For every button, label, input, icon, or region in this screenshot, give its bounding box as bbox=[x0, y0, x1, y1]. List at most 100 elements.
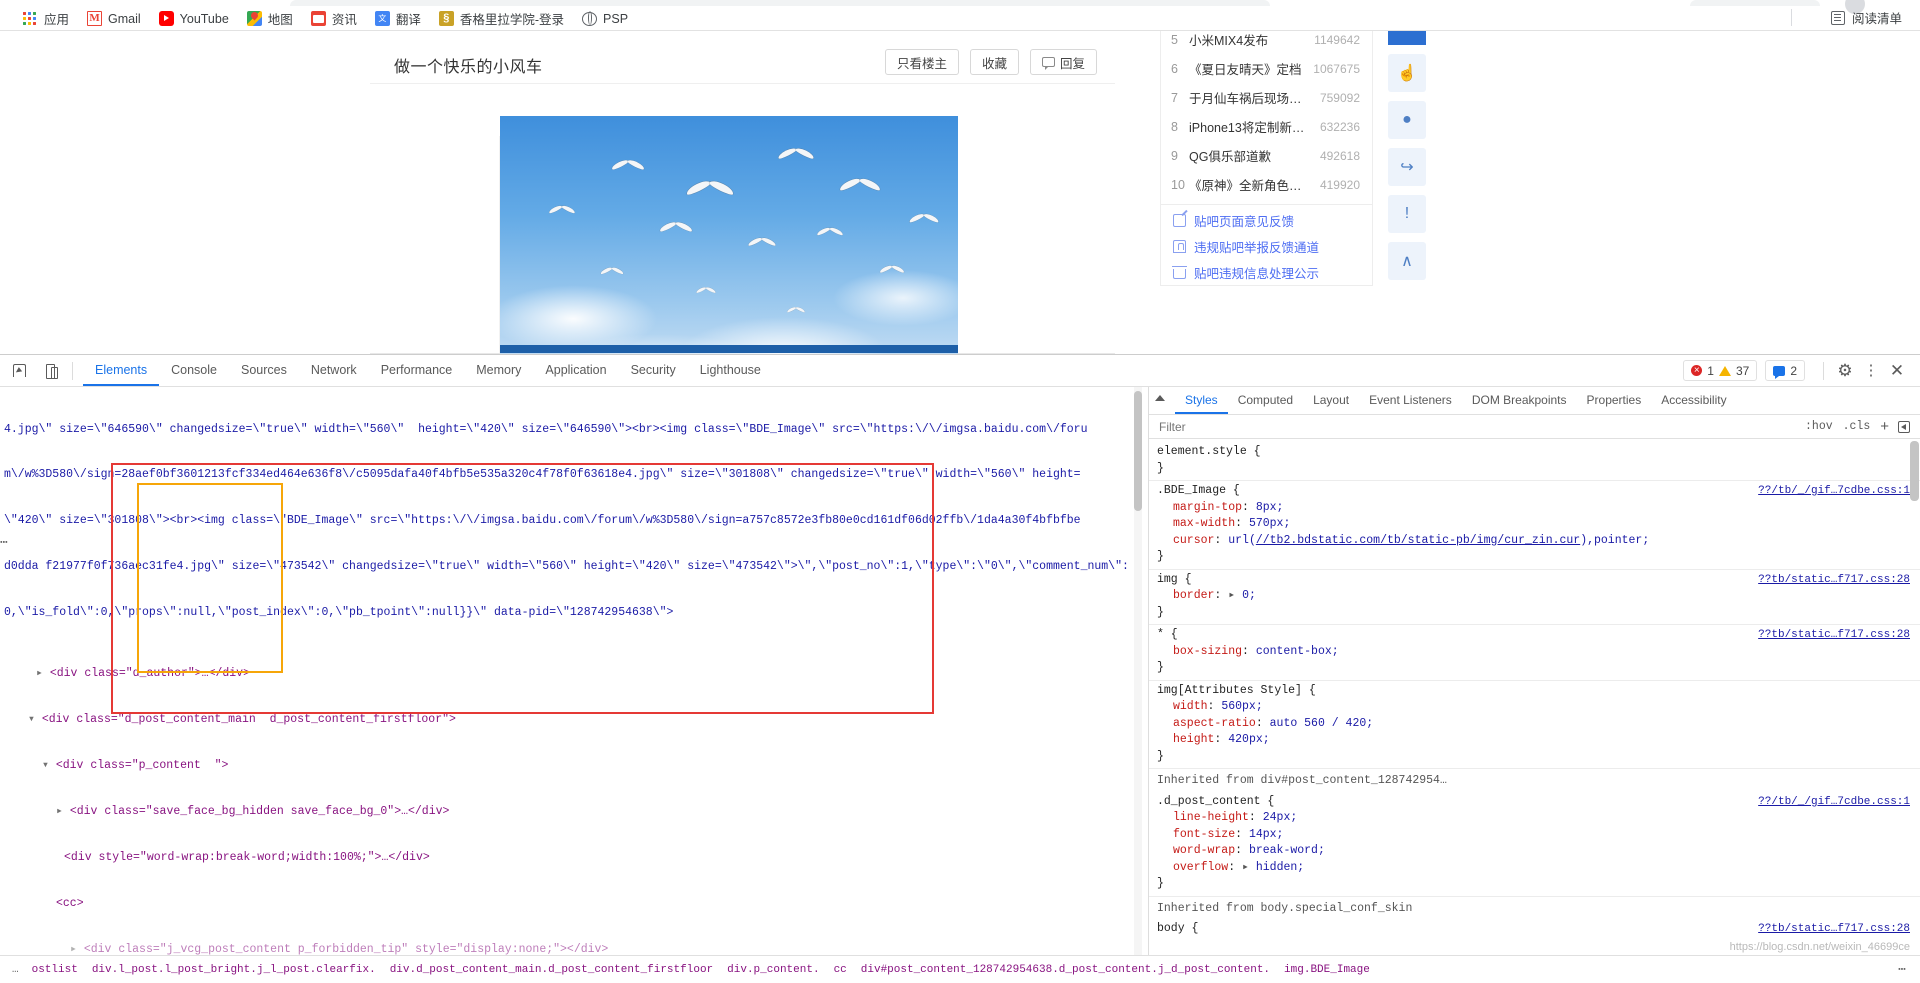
only-op-button[interactable]: 只看楼主 bbox=[884, 49, 959, 75]
expand-arrow-icon[interactable]: ▸ bbox=[1242, 861, 1249, 874]
reading-list-button[interactable]: 阅读清单 bbox=[1823, 6, 1910, 29]
expand-arrow-icon[interactable]: ▸ bbox=[1228, 589, 1235, 602]
css-prop-value[interactable]: hidden; bbox=[1256, 861, 1304, 874]
css-source-link[interactable]: ??/tb/_/gif…7cdbe.css:1 bbox=[1758, 794, 1910, 811]
breadcrumb-item[interactable]: cc bbox=[827, 964, 854, 976]
css-rule-element-style[interactable]: element.style { } bbox=[1149, 442, 1920, 481]
css-prop-name[interactable]: line-height bbox=[1157, 810, 1249, 827]
new-style-rule-button[interactable]: + bbox=[1880, 418, 1889, 435]
css-prop-name[interactable]: aspect-ratio bbox=[1157, 716, 1256, 733]
computed-sidebar-toggle-icon[interactable] bbox=[1898, 420, 1910, 433]
breadcrumb-item[interactable]: div.d_post_content_main.d_post_content_f… bbox=[383, 964, 720, 976]
tab-console[interactable]: Console bbox=[159, 355, 229, 386]
device-toolbar-icon[interactable] bbox=[38, 358, 64, 384]
issues-badge[interactable]: 1 37 bbox=[1683, 360, 1758, 381]
hot-row[interactable]: 8 iPhone13将定制新相… 632236 bbox=[1161, 112, 1372, 141]
css-source-link[interactable]: ??/tb/_/gif…7cdbe.css:1 bbox=[1758, 483, 1910, 500]
tab-application[interactable]: Application bbox=[533, 355, 618, 386]
share-button[interactable]: ↪ bbox=[1388, 148, 1426, 186]
hov-toggle[interactable]: :hov bbox=[1805, 420, 1833, 433]
collapse-sidebar-icon[interactable] bbox=[1155, 395, 1165, 401]
favorite-button[interactable]: 收藏 bbox=[969, 49, 1019, 75]
css-prop-value[interactable]: content-box; bbox=[1256, 645, 1339, 658]
styles-tab-properties[interactable]: Properties bbox=[1577, 387, 1652, 414]
bookmark-apps[interactable]: 应用 bbox=[14, 8, 78, 30]
hot-row[interactable]: 9 QG俱乐部道歉 492618 bbox=[1161, 141, 1372, 170]
bookmark-shangrila[interactable]: 香格里拉学院-登录 bbox=[430, 8, 573, 30]
cls-toggle[interactable]: .cls bbox=[1843, 420, 1871, 433]
tree-node[interactable]: <div class="d_author">…</div> bbox=[50, 667, 250, 680]
messages-badge[interactable]: 2 bbox=[1765, 360, 1805, 381]
css-rule-bde-image[interactable]: ??/tb/_/gif…7cdbe.css:1 .BDE_Image { mar… bbox=[1149, 481, 1920, 570]
css-url-link[interactable]: //tb2.bdstatic.com/tb/static-pb/img/cur_… bbox=[1256, 534, 1580, 547]
styles-tab-accessibility[interactable]: Accessibility bbox=[1651, 387, 1736, 414]
css-prop-value[interactable]: 0; bbox=[1242, 589, 1256, 602]
hot-row[interactable]: 5 小米MIX4发布 1149642 bbox=[1161, 31, 1372, 54]
styles-tab-layout[interactable]: Layout bbox=[1303, 387, 1359, 414]
css-rule-body[interactable]: ??tb/static…f717.css:28 body { bbox=[1149, 919, 1920, 941]
tree-node[interactable]: <div class="save_face_bg_hidden save_fac… bbox=[70, 805, 450, 818]
tab-lighthouse[interactable]: Lighthouse bbox=[688, 355, 773, 386]
tab-elements[interactable]: Elements bbox=[83, 355, 160, 386]
tree-node[interactable]: <div style="word-wrap:break-word;width:1… bbox=[64, 851, 430, 864]
inspect-element-icon[interactable] bbox=[6, 358, 32, 384]
tab-security[interactable]: Security bbox=[619, 355, 688, 386]
css-prop-name[interactable]: box-sizing bbox=[1157, 644, 1242, 661]
bookmark-youtube[interactable]: YouTube bbox=[150, 8, 238, 30]
css-source-link[interactable]: ??tb/static…f717.css:28 bbox=[1758, 921, 1910, 938]
tree-ellipsis-button[interactable]: ⋯ bbox=[0, 535, 8, 550]
css-prop-name[interactable]: cursor bbox=[1157, 533, 1214, 550]
breadcrumb-item[interactable]: div#post_content_128742954638.d_post_con… bbox=[854, 964, 1277, 976]
more-options-button[interactable]: ⋮ bbox=[1858, 358, 1884, 384]
styles-scrollbar-thumb[interactable] bbox=[1910, 441, 1919, 501]
css-prop-name[interactable]: font-size bbox=[1157, 827, 1235, 844]
css-prop-name[interactable]: word-wrap bbox=[1157, 843, 1235, 860]
css-prop-name[interactable]: max-width bbox=[1157, 516, 1235, 533]
breadcrumb-item[interactable]: div.p_content. bbox=[720, 964, 826, 976]
tab-network[interactable]: Network bbox=[299, 355, 369, 386]
bookmark-translate[interactable]: 翻译 bbox=[366, 8, 430, 30]
styles-tab-event-listeners[interactable]: Event Listeners bbox=[1359, 387, 1462, 414]
post-image-seagulls[interactable] bbox=[500, 116, 958, 354]
css-prop-name[interactable]: height bbox=[1157, 732, 1214, 749]
close-devtools-button[interactable]: ✕ bbox=[1884, 358, 1910, 384]
css-source-link[interactable]: ??tb/static…f717.css:28 bbox=[1758, 572, 1910, 589]
hot-row[interactable]: 10 《原神》全新角色育… 419920 bbox=[1161, 170, 1372, 199]
styles-tab-styles[interactable]: Styles bbox=[1175, 387, 1228, 414]
thumbs-up-button[interactable]: ☝ bbox=[1388, 54, 1426, 92]
css-rule-d-post-content[interactable]: ??/tb/_/gif…7cdbe.css:1 .d_post_content … bbox=[1149, 792, 1920, 897]
tree-node[interactable]: <div class="p_content "> bbox=[56, 759, 229, 772]
breadcrumb-ellipsis[interactable]: … bbox=[6, 964, 25, 976]
css-prop-value[interactable]: 14px; bbox=[1249, 828, 1284, 841]
tab-performance[interactable]: Performance bbox=[369, 355, 465, 386]
bookmark-psp[interactable]: PSP bbox=[573, 8, 637, 30]
breadcrumb-item[interactable]: img.BDE_Image bbox=[1277, 964, 1377, 976]
tree-node[interactable]: <div class="d_post_content_main d_post_c… bbox=[42, 713, 456, 726]
styles-tab-dom-breakpoints[interactable]: DOM Breakpoints bbox=[1462, 387, 1577, 414]
bookmark-gmail[interactable]: Gmail bbox=[78, 8, 150, 30]
elements-tree-pane[interactable]: 4.jpg\" size=\"646590\" changedsize=\"tr… bbox=[0, 387, 1148, 955]
hot-row[interactable]: 7 于月仙车祸后现场画面 759092 bbox=[1161, 83, 1372, 112]
tab-memory[interactable]: Memory bbox=[464, 355, 533, 386]
css-rule-universal[interactable]: ??tb/static…f717.css:28 * { box-sizing: … bbox=[1149, 625, 1920, 681]
css-rule-img[interactable]: ??tb/static…f717.css:28 img { border: ▸ … bbox=[1149, 570, 1920, 625]
feedback-link-notice[interactable]: 贴吧违规信息处理公示 bbox=[1161, 259, 1372, 285]
bookmark-news[interactable]: 资讯 bbox=[302, 8, 366, 30]
styles-tab-computed[interactable]: Computed bbox=[1228, 387, 1303, 414]
bookmark-maps[interactable]: 地图 bbox=[238, 8, 302, 30]
report-button[interactable]: ! bbox=[1388, 195, 1426, 233]
reply-button[interactable]: 回复 bbox=[1029, 49, 1097, 75]
css-prop-value[interactable]: 560px; bbox=[1221, 700, 1262, 713]
css-prop-value[interactable]: 8px; bbox=[1256, 501, 1284, 514]
tab-sources[interactable]: Sources bbox=[229, 355, 299, 386]
css-prop-value[interactable]: break-word; bbox=[1249, 844, 1325, 857]
tree-node[interactable]: <cc> bbox=[56, 897, 84, 910]
tree-node[interactable]: <div class="j_vcg_post_content p_forbidd… bbox=[84, 943, 609, 955]
css-source-link[interactable]: ??tb/static…f717.css:28 bbox=[1758, 627, 1910, 644]
breadcrumb-more-button[interactable]: ⋯ bbox=[1898, 962, 1920, 977]
elements-scrollbar-thumb[interactable] bbox=[1134, 391, 1142, 511]
settings-button[interactable]: ⚙ bbox=[1832, 358, 1858, 384]
back-to-top-button[interactable]: ∧ bbox=[1388, 242, 1426, 280]
panda-button[interactable]: ● bbox=[1388, 101, 1426, 139]
css-prop-value[interactable]: 570px; bbox=[1249, 517, 1290, 530]
